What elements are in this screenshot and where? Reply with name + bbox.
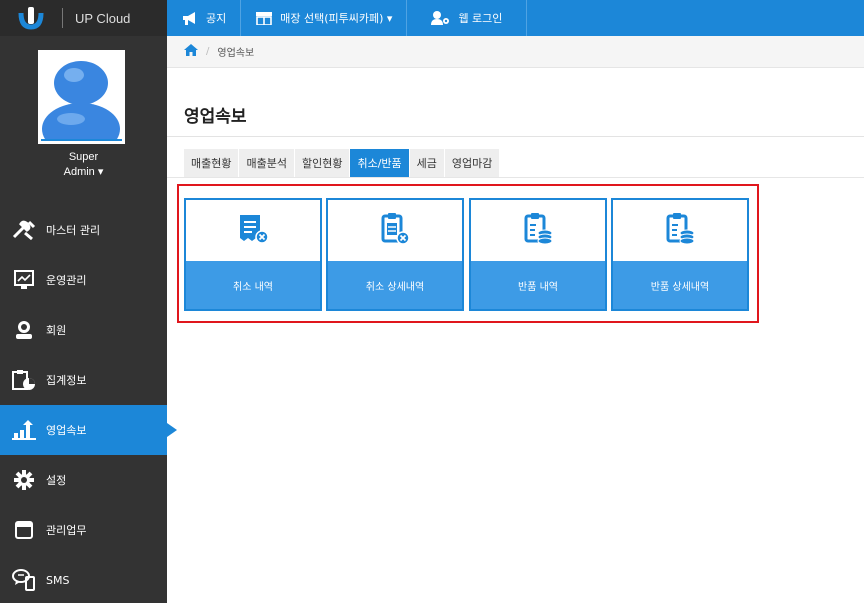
user-gear-icon <box>431 11 451 25</box>
megaphone-icon <box>181 11 199 25</box>
sidebar: UP Cloud Super Admin ▾ 마스터 관리 운영관리 회원 집계… <box>0 0 177 605</box>
user-menu[interactable]: Super Admin ▾ <box>0 150 167 180</box>
web-login-label: 웹 로그인 <box>458 12 503 25</box>
tab-bar: 매출현황 매출분석 할인현황 취소/반품 세금 영업마감 <box>184 149 501 177</box>
sidebar-item-label: SMS <box>46 573 70 587</box>
return-history-card[interactable]: 반품 내역 <box>469 198 607 311</box>
card-label: 반품 상세내역 <box>613 261 747 309</box>
cancel-detail-card[interactable]: 취소 상세내역 <box>326 198 464 311</box>
store-icon <box>255 11 273 25</box>
home-icon[interactable] <box>184 44 198 59</box>
sidebar-item-label: 회원 <box>46 324 67 337</box>
sidebar-item-operations[interactable]: 운영관리 <box>0 255 167 305</box>
brand-divider <box>62 8 63 28</box>
top-nav: 공지 매장 선택(피투씨카페) ▾ 웹 로그인 <box>167 0 864 36</box>
gear-icon <box>12 469 36 491</box>
tab-discount-status[interactable]: 할인현황 <box>294 149 351 177</box>
breadcrumb-current: 영업속보 <box>217 48 255 59</box>
cancel-history-card[interactable]: 취소 내역 <box>184 198 322 311</box>
brand-logo-icon[interactable] <box>16 5 46 31</box>
divider <box>167 136 864 137</box>
user-name-line1: Super <box>68 151 99 163</box>
sidebar-item-label: 마스터 관리 <box>46 224 101 237</box>
breadcrumb-separator: / <box>206 46 210 57</box>
sidebar-item-sms[interactable]: SMS <box>0 555 167 605</box>
page-title: 영업속보 <box>184 107 247 127</box>
card-label: 취소 내역 <box>186 261 320 309</box>
clipboard-chart-icon <box>12 369 36 391</box>
sidebar-item-master[interactable]: 마스터 관리 <box>0 205 167 255</box>
divider <box>167 177 864 178</box>
sidebar-item-label: 영업속보 <box>46 424 87 437</box>
web-login-button[interactable]: 웹 로그인 <box>407 0 528 36</box>
tab-sales-analysis[interactable]: 매출분석 <box>239 149 295 177</box>
tab-tax[interactable]: 세금 <box>409 149 445 177</box>
return-detail-card[interactable]: 반품 상세내역 <box>611 198 749 311</box>
member-icon <box>12 319 36 341</box>
card-label: 취소 상세내역 <box>328 261 462 309</box>
sidebar-item-settings[interactable]: 설정 <box>0 455 167 505</box>
sms-icon <box>12 569 36 591</box>
tools-icon <box>12 219 36 241</box>
notice-button[interactable]: 공지 <box>167 0 242 36</box>
tab-business-close[interactable]: 영업마감 <box>444 149 501 177</box>
sidebar-item-admin-tasks[interactable]: 관리업무 <box>0 505 167 555</box>
sidebar-item-label: 집계정보 <box>46 374 87 387</box>
tab-sales-status[interactable]: 매출현황 <box>184 149 240 177</box>
sidebar-item-aggregate[interactable]: 집계정보 <box>0 355 167 405</box>
sidebar-item-label: 운영관리 <box>46 274 87 287</box>
sidebar-item-label: 설정 <box>46 474 67 487</box>
clipboard-coins-icon <box>663 212 697 250</box>
clipboard-coins-icon <box>521 212 555 250</box>
receipt-cancel-icon <box>236 213 270 249</box>
bar-chart-arrow-icon <box>12 419 36 441</box>
store-select-label: 매장 선택(피투씨카페) ▾ <box>280 12 393 25</box>
store-select-dropdown[interactable]: 매장 선택(피투씨카페) ▾ <box>241 0 408 36</box>
sidebar-item-label: 관리업무 <box>46 524 87 537</box>
brand-bar: UP Cloud <box>0 0 167 36</box>
clipboard-cancel-icon <box>378 212 412 250</box>
window-icon <box>12 519 36 541</box>
monitor-chart-icon <box>12 269 36 291</box>
user-name-line2: Admin ▾ <box>63 166 104 178</box>
tab-cancel-return[interactable]: 취소/반품 <box>350 149 410 177</box>
sidebar-item-member[interactable]: 회원 <box>0 305 167 355</box>
sidebar-item-sales-report[interactable]: 영업속보 <box>0 405 177 455</box>
card-label: 반품 내역 <box>471 261 605 309</box>
breadcrumb: / 영업속보 <box>167 36 864 68</box>
avatar[interactable] <box>38 50 125 144</box>
notice-label: 공지 <box>206 12 227 25</box>
brand-name: UP Cloud <box>75 10 131 26</box>
